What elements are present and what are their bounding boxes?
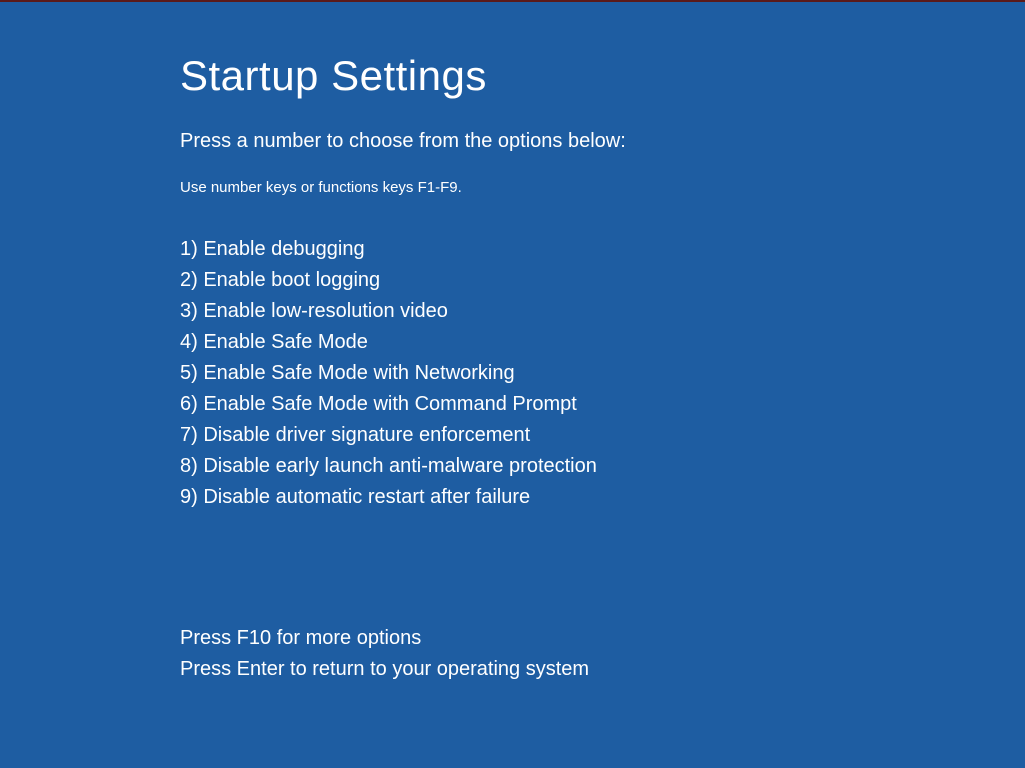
option-item[interactable]: 4) Enable Safe Mode [180, 327, 1025, 358]
startup-settings-screen: Startup Settings Press a number to choos… [0, 2, 1025, 685]
option-item[interactable]: 2) Enable boot logging [180, 265, 1025, 296]
key-hint: Use number keys or functions keys F1-F9. [180, 179, 1025, 196]
option-item[interactable]: 3) Enable low-resolution video [180, 296, 1025, 327]
option-item[interactable]: 7) Disable driver signature enforcement [180, 420, 1025, 451]
footer-more-options: Press F10 for more options [180, 623, 1025, 654]
footer-hints: Press F10 for more options Press Enter t… [180, 623, 1025, 685]
option-item[interactable]: 8) Disable early launch anti-malware pro… [180, 451, 1025, 482]
option-item[interactable]: 9) Disable automatic restart after failu… [180, 482, 1025, 513]
page-title: Startup Settings [180, 52, 1025, 100]
option-item[interactable]: 5) Enable Safe Mode with Networking [180, 358, 1025, 389]
option-item[interactable]: 1) Enable debugging [180, 234, 1025, 265]
option-item[interactable]: 6) Enable Safe Mode with Command Prompt [180, 389, 1025, 420]
options-list: 1) Enable debugging 2) Enable boot loggi… [180, 234, 1025, 513]
subtitle: Press a number to choose from the option… [180, 130, 1025, 153]
footer-return: Press Enter to return to your operating … [180, 654, 1025, 685]
